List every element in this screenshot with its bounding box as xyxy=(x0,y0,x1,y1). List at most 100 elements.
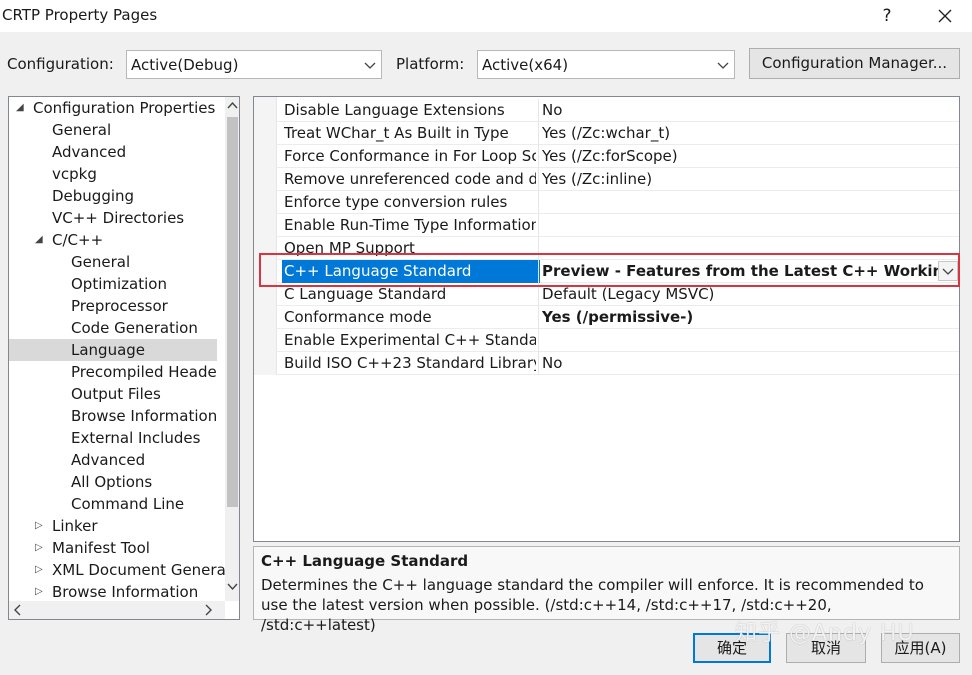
property-grid[interactable]: Disable Language Extensions No Treat WChar… xyxy=(253,96,960,542)
collapse-icon[interactable]: ◢ xyxy=(35,229,43,251)
help-button[interactable]: ? xyxy=(870,4,904,28)
column-separator xyxy=(538,191,539,214)
property-value[interactable]: No xyxy=(542,101,938,119)
column-separator xyxy=(538,329,539,352)
tree-item[interactable]: vcpkg xyxy=(9,163,217,185)
configuration-manager-button[interactable]: Configuration Manager... xyxy=(749,48,960,79)
tree-item-label: Preprocessor xyxy=(71,297,168,315)
tree-item[interactable]: Code Generation xyxy=(9,317,217,339)
tree-item[interactable]: Preprocessor xyxy=(9,295,217,317)
property-row[interactable]: Disable Language Extensions No xyxy=(276,99,959,122)
tree-item-label: Browse Information xyxy=(71,407,218,425)
tree-item[interactable]: General xyxy=(9,119,217,141)
tree-item-label: vcpkg xyxy=(52,165,97,183)
tree-vertical-scrollbar[interactable] xyxy=(225,97,240,601)
property-value[interactable]: No xyxy=(542,354,938,372)
scroll-down-icon[interactable] xyxy=(225,577,240,595)
property-name: C Language Standard xyxy=(284,285,447,303)
column-separator xyxy=(538,168,539,191)
property-value[interactable]: Yes (/Zc:wchar_t) xyxy=(542,124,938,142)
platform-label: Platform: xyxy=(396,55,465,73)
tree-item-label: Command Line xyxy=(71,495,185,513)
tree-item-label: Browse Information xyxy=(52,583,199,601)
scroll-right-icon[interactable] xyxy=(199,601,217,619)
tree-item-label: Advanced xyxy=(71,451,146,469)
tree-item[interactable]: Browse Information xyxy=(9,405,217,427)
expand-icon[interactable]: ▷ xyxy=(35,515,43,537)
tree-item[interactable]: ▷ XML Document Genera xyxy=(9,559,226,581)
tree-item[interactable]: Language xyxy=(9,339,217,361)
scroll-up-icon[interactable] xyxy=(225,97,240,115)
property-name: Build ISO C++23 Standard Library Modules xyxy=(284,354,536,372)
description-title: C++ Language Standard xyxy=(261,552,469,570)
tree-item[interactable]: Output Files xyxy=(9,383,217,405)
tree-item[interactable]: ◢ Configuration Properties xyxy=(9,97,217,119)
tree-item[interactable]: All Options xyxy=(9,471,217,493)
tree-item[interactable]: Optimization xyxy=(9,273,217,295)
tree-item[interactable]: ▷ Manifest Tool xyxy=(9,537,217,559)
property-row[interactable]: Build ISO C++23 Standard Library Modules… xyxy=(276,352,959,375)
configuration-value: Active(Debug) xyxy=(131,56,239,74)
property-value[interactable]: Default (Legacy MSVC) xyxy=(542,285,938,303)
column-separator xyxy=(538,99,539,122)
expand-icon[interactable]: ▷ xyxy=(35,537,43,559)
configuration-select[interactable]: Active(Debug) xyxy=(126,50,382,79)
property-value[interactable]: Yes (/Zc:inline) xyxy=(542,170,938,188)
column-separator xyxy=(538,122,539,145)
property-row[interactable]: Enforce type conversion rules xyxy=(276,191,959,214)
close-icon xyxy=(938,9,952,23)
property-value[interactable]: Yes (/Zc:forScope) xyxy=(542,147,938,165)
property-row[interactable]: Treat WChar_t As Built in Type Yes (/Zc:w… xyxy=(276,122,959,145)
window-title: CRTP Property Pages xyxy=(2,6,158,24)
property-name: Disable Language Extensions xyxy=(284,101,505,119)
collapse-icon[interactable]: ◢ xyxy=(16,97,24,119)
tree-item[interactable]: Advanced xyxy=(9,141,217,163)
property-name: Force Conformance in For Loop Scope xyxy=(284,147,536,165)
expand-icon[interactable]: ▷ xyxy=(35,559,43,581)
tree-item-label: Optimization xyxy=(71,275,167,293)
property-tree[interactable]: ◢ Configuration Properties General Advanced… xyxy=(8,96,240,620)
property-name: Conformance mode xyxy=(284,308,432,326)
tree-item[interactable]: ▷ Linker xyxy=(9,515,217,537)
tree-item[interactable]: ▷ Browse Information xyxy=(9,581,217,603)
property-row[interactable]: Force Conformance in For Loop Scope Yes (… xyxy=(276,145,959,168)
close-button[interactable] xyxy=(928,4,962,28)
tree-item-label: VC++ Directories xyxy=(52,209,185,227)
tree-item[interactable]: Command Line xyxy=(9,493,217,515)
property-name: Enforce type conversion rules xyxy=(284,193,508,211)
tree-item[interactable]: Debugging xyxy=(9,185,217,207)
tree-item-label: Debugging xyxy=(52,187,135,205)
tree-item-label: Output Files xyxy=(71,385,161,403)
tree-item-label: Language xyxy=(71,341,146,359)
property-name: Treat WChar_t As Built in Type xyxy=(284,124,509,142)
property-row[interactable]: Enable Run-Time Type Information xyxy=(276,214,959,237)
tree-horizontal-scrollbar[interactable] xyxy=(9,601,225,619)
tree-item[interactable]: External Includes xyxy=(9,427,217,449)
tree-item-label: C/C++ xyxy=(52,231,104,249)
column-separator xyxy=(538,145,539,168)
tree-item[interactable]: General xyxy=(9,251,217,273)
watermark: 知乎 @Andy HU xyxy=(735,621,915,646)
tree-scroll-thumb[interactable] xyxy=(227,117,238,507)
tree-item-label: Linker xyxy=(52,517,98,535)
chevron-down-icon xyxy=(364,62,376,69)
tree-item[interactable]: Advanced xyxy=(9,449,217,471)
property-name: Enable Experimental C++ Standard Library… xyxy=(284,331,536,349)
tree-item[interactable]: Precompiled Heade xyxy=(9,361,217,383)
tree-item[interactable]: VC++ Directories xyxy=(9,207,217,229)
property-value[interactable]: Yes (/permissive-) xyxy=(542,308,938,326)
column-separator xyxy=(538,352,539,375)
description-panel: C++ Language Standard Determines the C++… xyxy=(253,546,960,634)
chevron-down-icon xyxy=(717,62,729,69)
tree-item-label: Configuration Properties xyxy=(33,99,216,117)
tree-item[interactable]: ◢ C/C++ xyxy=(9,229,217,251)
column-separator xyxy=(538,306,539,329)
scroll-left-icon[interactable] xyxy=(9,601,27,619)
tree-item-label: Code Generation xyxy=(71,319,198,337)
platform-select[interactable]: Active(x64) xyxy=(477,50,735,79)
property-row[interactable]: Enable Experimental C++ Standard Library… xyxy=(276,329,959,352)
highlight-annotation-box xyxy=(259,253,960,287)
property-row[interactable]: Conformance mode Yes (/permissive-) xyxy=(276,306,959,329)
expand-icon[interactable]: ▷ xyxy=(35,581,43,603)
property-row[interactable]: Remove unreferenced code and data Yes (/Z… xyxy=(276,168,959,191)
